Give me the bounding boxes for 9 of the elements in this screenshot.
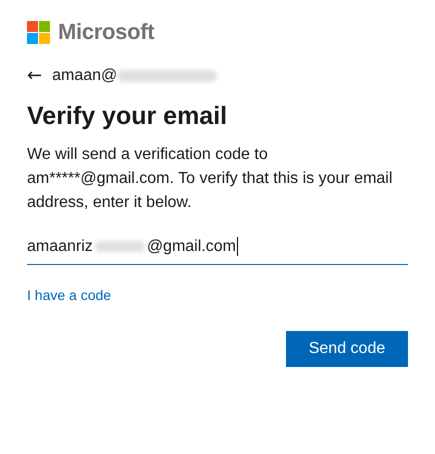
back-button[interactable]: ← <box>27 65 42 86</box>
email-input-field[interactable]: amaanriz @gmail.com <box>27 237 408 265</box>
page-heading: Verify your email <box>27 102 228 131</box>
logo-icon <box>27 20 50 44</box>
message-text: We will send a verification code to am*****@gmail.com. To verify that this is your email address, enter it below. <box>27 145 394 213</box>
have-code-link[interactable]: I have a code <box>27 287 112 303</box>
logo-text: Microsoft <box>58 19 154 45</box>
send-code-button[interactable]: Send code <box>286 331 408 367</box>
account-email: amaan@ <box>52 66 118 84</box>
